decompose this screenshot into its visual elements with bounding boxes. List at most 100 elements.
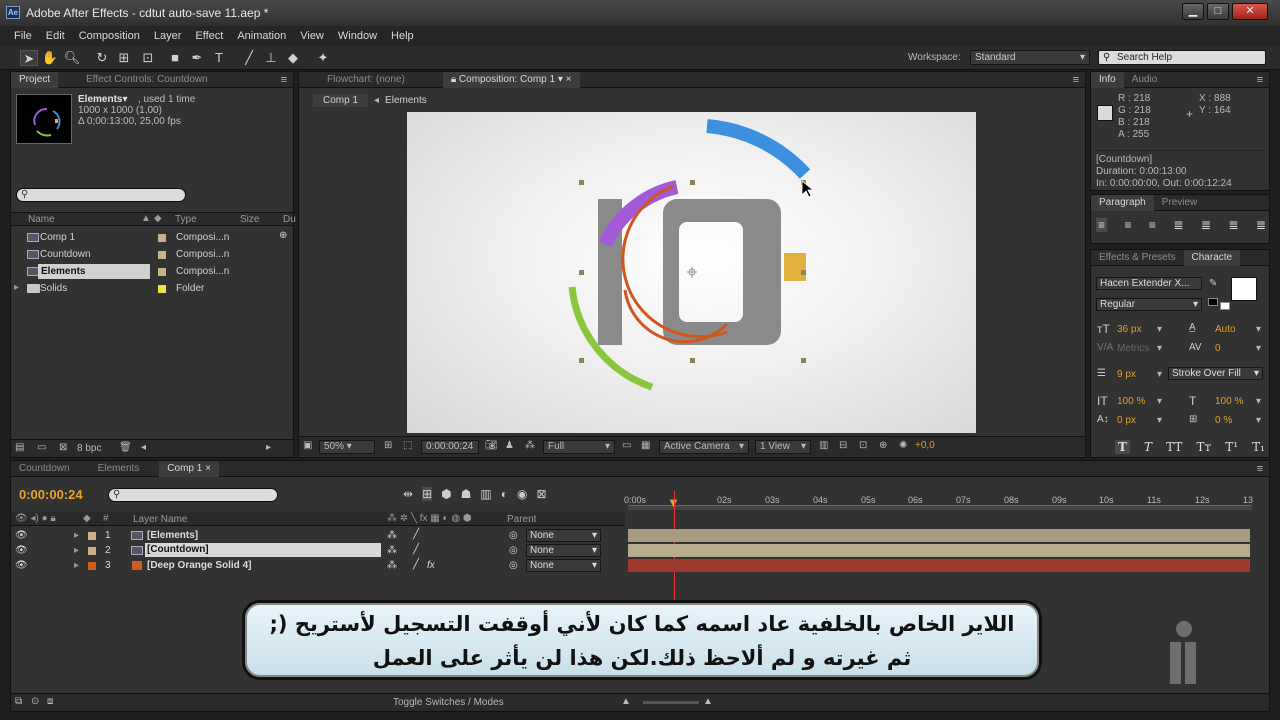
scroll-right-icon[interactable]: ▸ [266,442,271,453]
label-color-swatch[interactable] [88,547,96,555]
pick-whip-icon[interactable]: ◎ [509,530,518,541]
exposure-value[interactable]: +0,0 [915,440,935,451]
faux-italic-icon[interactable]: T [1144,440,1152,454]
menu-edit[interactable]: Edit [46,30,65,42]
channel-icon[interactable]: ⁂ [525,440,535,451]
menu-view[interactable]: View [300,30,324,42]
zoom-tool-icon[interactable]: 🔍︎ [63,50,81,66]
project-item-row[interactable]: Comp 1 Composi...n ⊕ [11,229,293,246]
column-type[interactable]: Type [175,214,197,225]
chevron-down-icon[interactable]: ▾ [1157,415,1162,426]
subscript-icon[interactable]: T₁ [1252,440,1265,454]
tab-info[interactable]: Info [1091,71,1124,88]
white-swatch[interactable] [1220,302,1230,310]
breadcrumb-elements[interactable]: Elements [385,95,427,106]
chevron-down-icon[interactable]: ▾ [1157,396,1162,407]
tab-preview[interactable]: Preview [1154,195,1206,211]
small-caps-icon[interactable]: Tт [1196,440,1211,454]
draft-3d-icon[interactable]: ⬢ [441,487,451,501]
chevron-down-icon[interactable]: ▾ [1256,415,1261,426]
show-snapshot-icon[interactable]: ♟ [505,440,514,451]
tab-character[interactable]: Characte [1183,249,1241,266]
justify-all-icon[interactable]: ≣ [1256,218,1266,232]
tab-composition[interactable]: 🔒︎ Composition: Comp 1 ▾ × [442,71,580,88]
all-caps-icon[interactable]: TT [1166,440,1182,454]
close-tab-icon[interactable]: × [566,74,572,85]
eye-icon[interactable]: 👁︎ [15,560,28,571]
quality-switch-icon[interactable]: ╱ [413,529,419,540]
justify-last-center-icon[interactable]: ≣ [1201,218,1211,232]
column-size[interactable]: Size [240,214,259,225]
justify-last-left-icon[interactable]: ≣ [1173,218,1183,232]
align-center-icon[interactable]: ≡ [1124,218,1131,232]
new-folder-icon[interactable]: ▭ [37,442,46,453]
project-item-row[interactable]: Countdown Composi...n [11,246,293,263]
resolution-select[interactable]: Full ▾ [543,440,615,454]
grid-guides-icon[interactable]: ⊞ [384,440,392,451]
eyedropper-icon[interactable]: ✎ [1209,278,1217,289]
project-item-row[interactable]: ▸ Solids Folder [11,280,293,297]
tab-flowchart[interactable]: Flowchart: (none) [319,72,413,88]
type-tool-icon[interactable]: T [210,50,228,66]
font-family-select[interactable]: Hacen Extender X... [1096,277,1202,290]
lock-icon[interactable]: 🔒︎ [451,74,456,85]
snapshot-icon[interactable]: 📷︎ [485,440,498,451]
layer-duration-bar[interactable] [628,559,1250,572]
layer-name[interactable]: [Countdown] [145,543,381,557]
camera-view-select[interactable]: Active Camera ▾ [659,440,749,454]
layer-row[interactable]: 👁︎ ▸ 1 [Elements] ⁂ ╱ ◎ None ▾ [11,528,625,543]
interpret-footage-icon[interactable]: ▤ [15,442,24,453]
layer-name[interactable]: [Elements] [147,530,198,541]
tab-effects-presets[interactable]: Effects & Presets [1091,250,1184,266]
eye-icon[interactable]: 👁︎ [15,545,28,556]
scroll-left-icon[interactable]: ◂ [141,442,146,453]
align-left-icon[interactable]: ≡ [1096,218,1108,232]
zoom-slider[interactable] [643,701,699,704]
project-search-input[interactable]: ⚲ [16,188,186,202]
leading-value[interactable]: Auto [1215,324,1236,335]
mask-visibility-icon[interactable]: ⬚ [403,440,412,451]
flowchart-icon[interactable]: ⊕ [279,230,287,241]
tab-audio[interactable]: Audio [1124,72,1166,88]
kerning-value[interactable]: Metrics [1117,343,1149,354]
layer-name[interactable]: [Deep Orange Solid 4] [147,560,251,571]
puppet-pin-tool-icon[interactable]: ✦ [314,50,332,66]
font-size-value[interactable]: 36 px [1117,324,1141,335]
parent-select[interactable]: None ▾ [526,559,601,572]
horizontal-scale-value[interactable]: 100 % [1215,396,1243,407]
chevron-down-icon[interactable]: ▾ [1256,343,1261,354]
in-out-pane-icon[interactable]: ⧈ [47,696,53,707]
close-button[interactable]: ✕ [1232,3,1268,20]
panel-menu-icon[interactable]: ≡ [1073,74,1079,86]
layer-duration-bar[interactable] [628,544,1250,557]
label-color-swatch[interactable] [158,251,166,259]
column-name[interactable]: Name [28,214,55,225]
brush-tool-icon[interactable]: ╱ [240,50,258,66]
font-style-select[interactable]: Regular ▾ [1096,298,1202,311]
minimize-button[interactable]: ▁ [1182,3,1204,20]
shy-switch-icon[interactable]: ⁂ [387,545,397,556]
panel-menu-icon[interactable]: ≡ [1257,74,1263,86]
layer-name-header[interactable]: Layer Name [133,514,187,525]
composition-viewer[interactable] [407,112,976,433]
parent-select[interactable]: None ▾ [526,544,601,557]
label-tag-icon[interactable]: ◆ [154,213,162,224]
fast-previews-icon[interactable]: ⊟ [839,440,847,451]
stroke-width-value[interactable]: 9 px [1117,369,1136,380]
quality-switch-icon[interactable]: ╱ [413,559,419,570]
always-preview-icon[interactable]: ▣ [303,440,312,451]
black-swatch[interactable] [1208,298,1218,306]
pick-whip-icon[interactable]: ◎ [509,545,518,556]
trash-icon[interactable]: 🗑︎ [119,442,132,453]
pen-tool-icon[interactable]: ✒ [188,50,206,66]
menu-composition[interactable]: Composition [79,30,140,42]
current-time-display[interactable]: 0:00:00:24 [421,440,479,454]
project-item-row[interactable]: Elements Composi...n [11,263,293,280]
exposure-icon[interactable]: ✺ [899,440,907,451]
chevron-down-icon[interactable]: ▾ [1157,324,1162,335]
live-update-icon[interactable]: ⊞ [422,487,433,501]
pan-behind-tool-icon[interactable]: ⊡ [139,50,157,66]
baseline-shift-value[interactable]: 0 px [1117,415,1136,426]
time-ruler[interactable]: 0:00s 02s 03s 04s 05s 06s 07s 08s 09s 10… [624,489,1256,511]
menu-file[interactable]: File [14,30,32,42]
